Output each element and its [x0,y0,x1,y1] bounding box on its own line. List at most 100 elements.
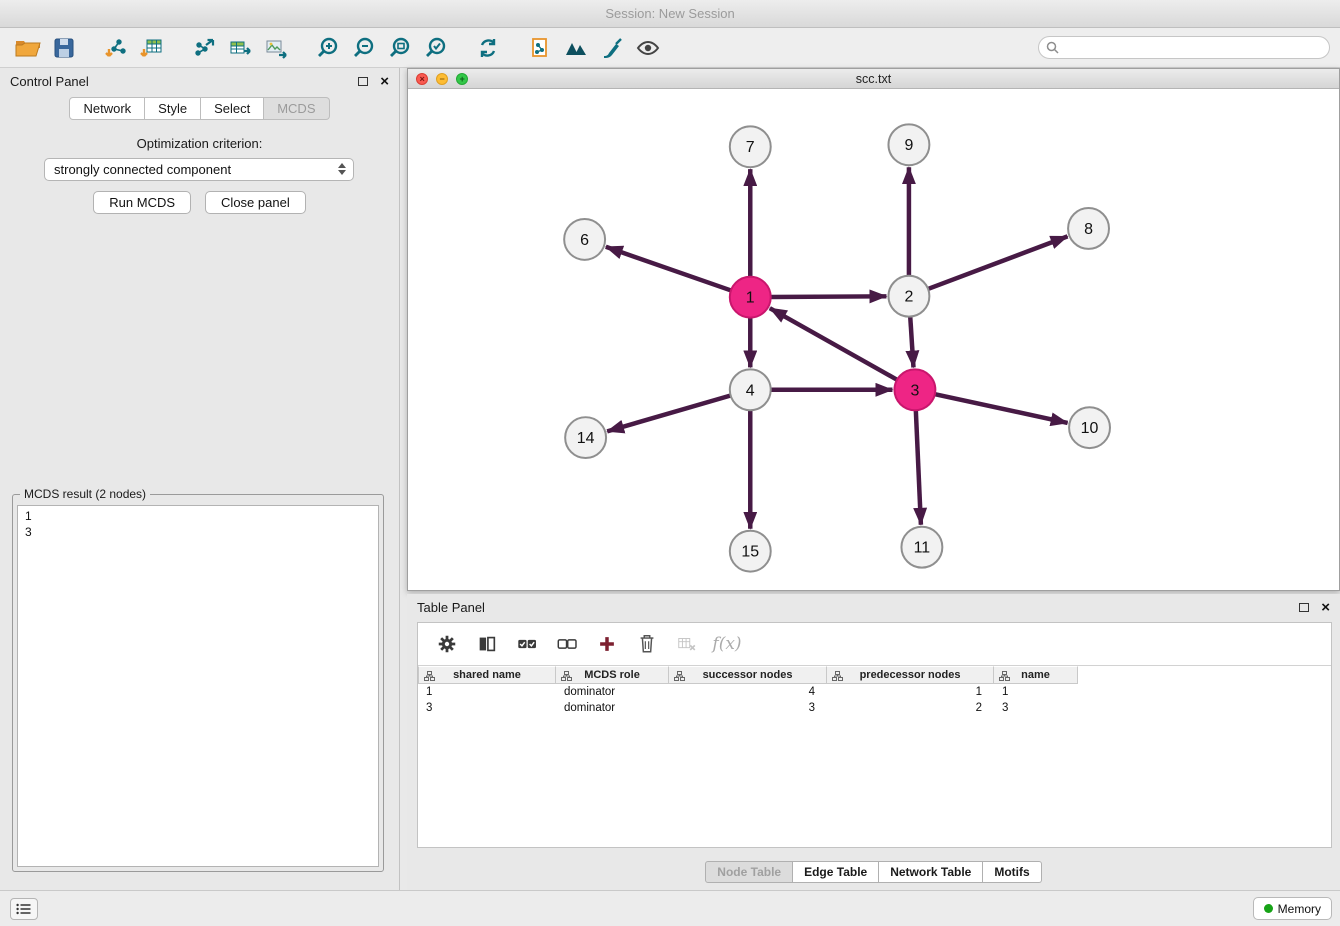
column-header-label: predecessor nodes [860,669,961,681]
column-header-name[interactable]: name [994,666,1078,684]
table-tab-network-table[interactable]: Network Table [879,861,983,883]
float-table-panel-icon[interactable] [1299,603,1309,612]
table-tab-motifs[interactable]: Motifs [983,861,1041,883]
graph-node-15[interactable]: 15 [730,531,771,572]
table-cell[interactable]: 3 [669,700,827,716]
graph-node-8[interactable]: 8 [1068,208,1109,249]
control-panel-title: Control Panel [10,74,89,89]
control-panel-tab-mcds[interactable]: MCDS [264,97,329,120]
graph-edge-3-11[interactable] [916,410,921,525]
float-panel-icon[interactable] [358,77,368,86]
graph-node-10[interactable]: 10 [1069,407,1110,448]
search-field[interactable] [1038,36,1330,59]
mcds-result-list[interactable]: 13 [17,505,379,867]
svg-text:4: 4 [746,382,755,399]
maximize-window-button[interactable]: + [456,73,468,85]
table-panel-tabs: Node TableEdge TableNetwork TableMotifs [407,861,1340,883]
column-header-shared-name[interactable]: shared name [418,666,556,684]
show-graphics-details-button[interactable] [630,31,666,65]
mcds-result-item: 3 [25,524,371,540]
column-header-label: name [1021,669,1050,681]
import-table-button[interactable] [134,31,170,65]
graph-edge-4-14[interactable] [607,396,730,432]
show-columns-button[interactable] [474,631,500,657]
import-network-button[interactable] [98,31,134,65]
export-network-button[interactable] [186,31,222,65]
close-window-button[interactable]: × [416,73,428,85]
control-panel-tab-select[interactable]: Select [201,97,264,120]
table-row[interactable]: 3dominator323 [418,700,1331,716]
run-mcds-button[interactable]: Run MCDS [93,191,191,214]
control-panel-tab-network[interactable]: Network [69,97,145,120]
table-cell[interactable]: 1 [418,684,556,700]
graph-edge-3-10[interactable] [935,394,1068,423]
table-cell[interactable]: dominator [556,684,669,700]
column-header-successor-nodes[interactable]: successor nodes [669,666,827,684]
zoom-selected-button[interactable] [418,31,454,65]
graph-node-7[interactable]: 7 [730,126,771,167]
graph-node-1[interactable]: 1 [730,277,771,318]
annotation-button[interactable] [594,31,630,65]
graph-edge-2-3[interactable] [910,317,913,368]
mcds-result-item: 1 [25,508,371,524]
graph-node-11[interactable]: 11 [901,527,942,568]
deselect-all-columns-button[interactable] [554,631,580,657]
table-settings-button[interactable] [434,631,460,657]
graph-node-3[interactable]: 3 [894,369,935,410]
delete-table-button[interactable] [674,631,700,657]
control-panel: Control Panel × NetworkStyleSelectMCDS O… [0,68,400,890]
open-session-button[interactable] [10,31,46,65]
graph-node-6[interactable]: 6 [564,219,605,260]
export-table-button[interactable] [222,31,258,65]
zoom-in-button[interactable] [310,31,346,65]
table-cell[interactable]: 2 [827,700,994,716]
export-image-button[interactable] [258,31,294,65]
table-tab-node-table[interactable]: Node Table [705,861,793,883]
table-cell[interactable]: 1 [827,684,994,700]
svg-text:14: 14 [577,430,595,447]
add-column-button[interactable] [594,631,620,657]
control-panel-close-icon[interactable]: × [380,74,389,89]
select-all-columns-button[interactable] [514,631,540,657]
import-network-icon [104,36,128,60]
eye-icon [636,36,660,60]
zoom-fit-button[interactable] [382,31,418,65]
memory-button[interactable]: Memory [1253,897,1332,920]
table-cell[interactable]: 1 [994,684,1078,700]
graph-edge-1-2[interactable] [771,296,887,297]
column-type-icon [424,671,435,681]
traffic-lights: × − + [416,73,468,85]
graph-node-2[interactable]: 2 [888,276,929,317]
table-cell[interactable]: dominator [556,700,669,716]
panel-toggle-button[interactable] [10,898,38,920]
network-document-button[interactable] [522,31,558,65]
network-graph[interactable]: 7 9 6 8 1 2 4 3 14 10 15 11 [408,89,1339,590]
close-panel-button[interactable]: Close panel [205,191,306,214]
graph-edge-3-1[interactable] [770,308,897,380]
table-tab-edge-table[interactable]: Edge Table [793,861,879,883]
table-cell[interactable]: 3 [418,700,556,716]
minimize-window-button[interactable]: − [436,73,448,85]
graph-edge-1-6[interactable] [606,247,731,291]
first-neighbors-button[interactable] [558,31,594,65]
delete-column-button[interactable] [634,631,660,657]
criterion-dropdown[interactable]: strongly connected component [44,158,354,181]
control-panel-tab-style[interactable]: Style [145,97,201,120]
column-type-icon [832,671,843,681]
graph-node-4[interactable]: 4 [730,369,771,410]
graph-edge-2-8[interactable] [928,236,1067,289]
search-input[interactable] [1063,41,1322,55]
graph-node-14[interactable]: 14 [565,417,606,458]
table-cell[interactable]: 4 [669,684,827,700]
column-header-predecessor-nodes[interactable]: predecessor nodes [827,666,994,684]
column-header-MCDS-role[interactable]: MCDS role [556,666,669,684]
save-session-button[interactable] [46,31,82,65]
table-panel-close-icon[interactable]: × [1321,600,1330,615]
svg-text:8: 8 [1084,221,1093,238]
zoom-out-button[interactable] [346,31,382,65]
function-builder-button[interactable]: f(x) [714,631,740,657]
graph-node-9[interactable]: 9 [888,124,929,165]
apply-layout-button[interactable] [470,31,506,65]
table-row[interactable]: 1dominator411 [418,684,1331,700]
table-cell[interactable]: 3 [994,700,1078,716]
